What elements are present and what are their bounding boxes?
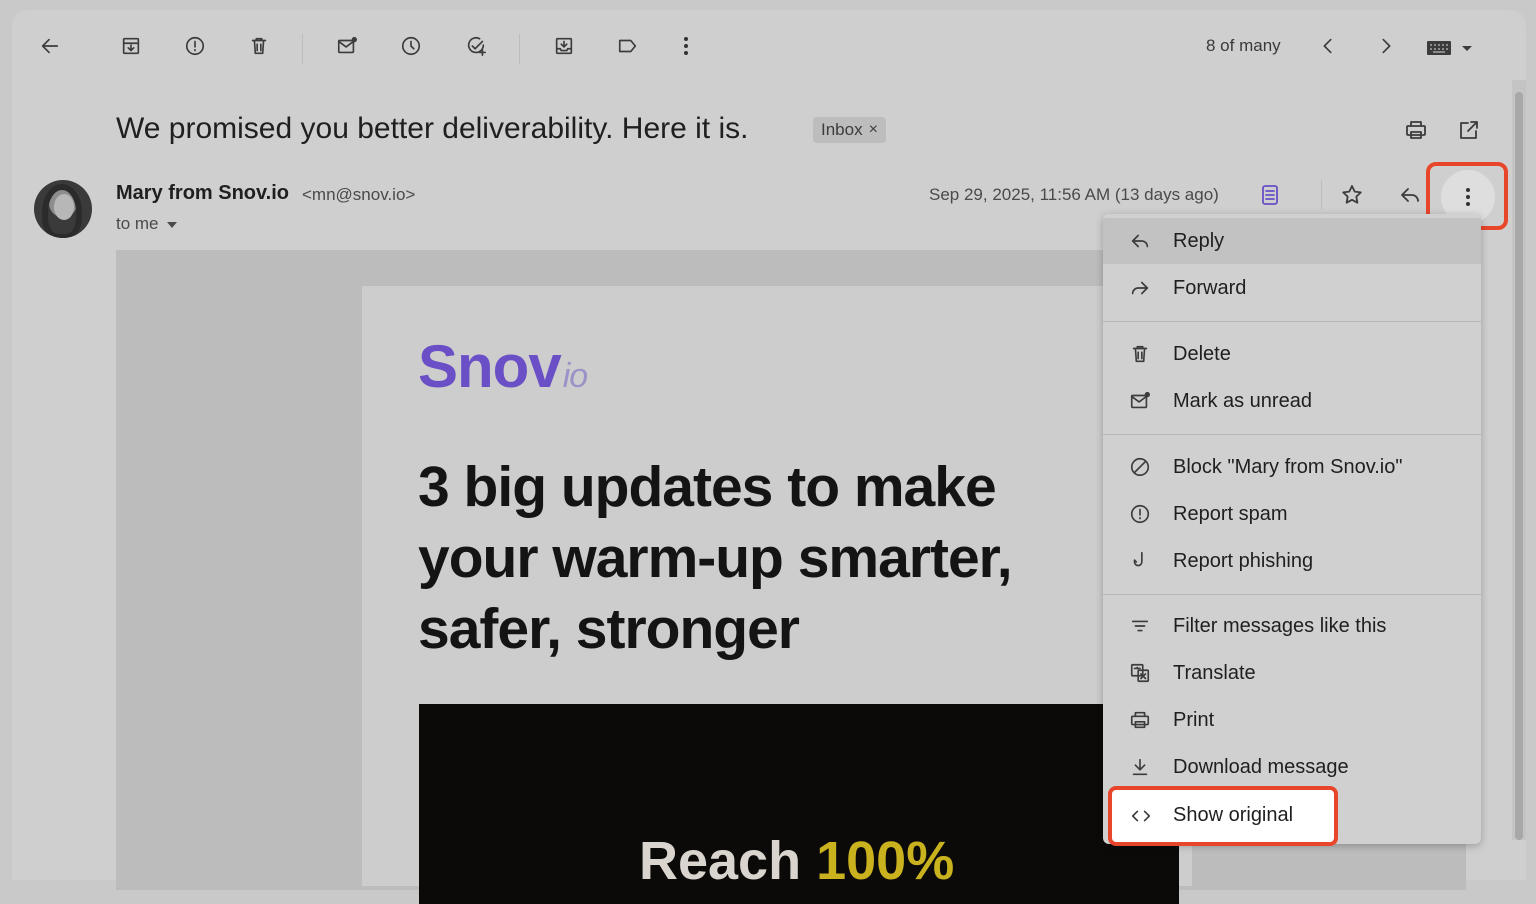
sender-name: Mary from Snov.io — [116, 182, 289, 204]
back-arrow-icon[interactable] — [36, 32, 64, 60]
download-icon — [1127, 754, 1153, 780]
gmail-message-view: 8 of many We promised you better deliver… — [12, 10, 1526, 904]
menu-item-filter-messages[interactable]: Filter messages like this — [1103, 603, 1481, 649]
email-headline: 3 big updates to make your warm-up smart… — [418, 455, 1013, 661]
move-to-icon[interactable] — [550, 32, 578, 60]
menu-item-print[interactable]: Print — [1103, 697, 1481, 743]
next-chevron-icon[interactable] — [1372, 32, 1400, 60]
translate-icon — [1127, 660, 1153, 686]
phishing-hook-icon — [1127, 548, 1153, 574]
print-icon — [1127, 707, 1153, 733]
header-divider — [1321, 180, 1322, 210]
message-date: Sep 29, 2025, 11:56 AM (13 days ago) — [929, 185, 1219, 204]
menu-item-forward[interactable]: Forward — [1103, 265, 1481, 311]
toolbar-divider — [519, 34, 520, 64]
label-icon[interactable] — [614, 32, 642, 60]
sender-avatar[interactable] — [34, 180, 92, 238]
print-all-icon[interactable] — [1402, 116, 1430, 144]
mark-unread-icon[interactable] — [333, 32, 361, 60]
open-in-new-window-icon[interactable] — [1455, 116, 1483, 144]
menu-item-delete[interactable]: Delete — [1103, 331, 1481, 377]
report-spam-icon — [1127, 501, 1153, 527]
menu-item-mark-unread[interactable]: Mark as unread — [1103, 378, 1481, 424]
add-task-icon[interactable] — [462, 32, 490, 60]
menu-divider — [1103, 594, 1481, 595]
email-subject: We promised you better deliverability. H… — [116, 112, 749, 145]
remove-label-icon[interactable]: × — [869, 121, 878, 139]
caret-down-icon — [166, 222, 177, 228]
scrollbar-thumb[interactable] — [1515, 92, 1523, 840]
previous-chevron-icon[interactable] — [1314, 32, 1342, 60]
sender-email: <mn@snov.io> — [302, 185, 416, 204]
code-icon — [1128, 803, 1154, 829]
menu-item-show-original[interactable]: Show original — [1108, 786, 1338, 846]
recipient-text: to me — [116, 214, 159, 233]
keyboard-input-tools-icon[interactable] — [1426, 38, 1474, 58]
menu-item-reply[interactable]: Reply — [1103, 218, 1481, 264]
summary-doc-icon[interactable] — [1255, 180, 1285, 210]
label-text: Inbox — [821, 120, 863, 139]
menu-divider — [1103, 434, 1481, 435]
filter-icon — [1127, 613, 1153, 639]
banner-text: Reach 100% — [639, 831, 955, 891]
block-icon — [1127, 454, 1153, 480]
inbox-label-chip: Inbox × — [813, 117, 886, 143]
trash-icon — [1127, 341, 1153, 367]
message-more-menu: Reply Forward Delete Mark as unread Bloc… — [1103, 214, 1481, 844]
email-banner: Reach 100% — [419, 704, 1179, 904]
report-spam-icon[interactable] — [181, 32, 209, 60]
forward-icon — [1127, 275, 1153, 301]
recipient-details-toggle[interactable]: to me — [116, 214, 177, 234]
email-content: Snovio 3 big updates to make your warm-u… — [362, 286, 1192, 904]
more-vert-icon[interactable] — [672, 32, 700, 60]
clock-icon[interactable] — [397, 32, 425, 60]
pager-count: 8 of many — [1206, 36, 1281, 55]
message-toolbar: 8 of many — [12, 10, 1526, 80]
star-icon[interactable] — [1337, 180, 1367, 210]
toolbar-divider — [302, 34, 303, 64]
menu-item-report-phishing[interactable]: Report phishing — [1103, 538, 1481, 584]
menu-item-translate[interactable]: Translate — [1103, 650, 1481, 696]
scrollbar[interactable] — [1512, 80, 1526, 840]
archive-icon[interactable] — [117, 32, 145, 60]
menu-item-download-message[interactable]: Download message — [1103, 744, 1481, 790]
trash-icon[interactable] — [245, 32, 273, 60]
menu-item-block-sender[interactable]: Block "Mary from Snov.io" — [1103, 444, 1481, 490]
menu-divider — [1103, 321, 1481, 322]
reply-icon[interactable] — [1395, 180, 1425, 210]
menu-item-report-spam[interactable]: Report spam — [1103, 491, 1481, 537]
snovio-logo: Snovio — [418, 333, 588, 400]
reply-icon — [1127, 228, 1153, 254]
mark-unread-icon — [1127, 388, 1153, 414]
